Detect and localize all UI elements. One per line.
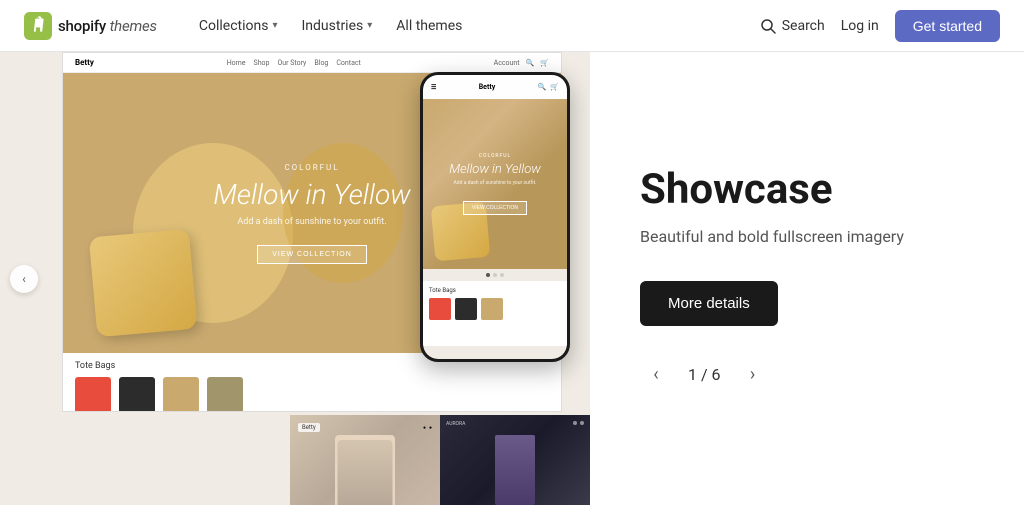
mobile-inner: ☰ Betty 🔍 🛒 Colorful Mellow in Yellow Ad… [423, 75, 567, 359]
chevron-down-icon: ▾ [272, 20, 277, 31]
mobile-hero-image: Colorful Mellow in Yellow Add a dash of … [423, 99, 567, 269]
thumb-figure [338, 440, 393, 505]
desktop-nav-bar: Betty Home Shop Our Story Blog Contact A… [63, 53, 561, 73]
showcase-panel: Showcase Beautiful and bold fullscreen i… [590, 52, 1024, 505]
product-thumb-3 [163, 377, 199, 412]
desktop-brand: Betty [75, 58, 94, 67]
nav-collections[interactable]: Collections ▾ [189, 12, 288, 40]
prev-arrow-button[interactable]: ‹ [10, 265, 38, 293]
nav-right: Search Log in Get started [760, 10, 1000, 42]
desktop-cta-button[interactable]: VIEW COLLECTION [257, 245, 367, 264]
nav-links: Collections ▾ Industries ▾ All themes [189, 12, 760, 40]
next-page-button[interactable]: › [737, 358, 769, 390]
nav-industries[interactable]: Industries ▾ [291, 12, 382, 40]
product-thumb-4 [207, 377, 243, 412]
mobile-dots [423, 269, 567, 281]
more-details-button[interactable]: More details [640, 281, 778, 326]
nav-all-themes[interactable]: All themes [386, 12, 472, 40]
mobile-thumb-2 [455, 298, 477, 320]
mobile-search-icon: 🔍 [538, 83, 547, 91]
mobile-cta-button[interactable]: VIEW COLLECTION [463, 201, 527, 215]
search-small-icon: 🔍 [526, 59, 535, 67]
navbar: shopify themes Collections ▾ Industries … [0, 0, 1024, 52]
mobile-menu-icon: ☰ [431, 84, 436, 91]
pagination: ‹ 1 / 6 › [640, 358, 974, 390]
page-indicator: 1 / 6 [688, 365, 721, 384]
showcase-title: Showcase [640, 167, 974, 213]
logo[interactable]: shopify themes [24, 12, 157, 40]
mobile-mockup: ☰ Betty 🔍 🛒 Colorful Mellow in Yellow Ad… [420, 72, 570, 362]
preview-area: Betty Home Shop Our Story Blog Contact A… [0, 52, 590, 505]
product-thumb-2 [119, 377, 155, 412]
mobile-cart-icon: 🛒 [550, 83, 559, 91]
product-thumb-1 [75, 377, 111, 412]
thumbnail-2[interactable]: AURORA [440, 415, 590, 505]
logo-text: shopify themes [58, 17, 157, 35]
login-button[interactable]: Log in [841, 18, 879, 34]
search-icon [760, 18, 776, 34]
chevron-down-icon: ▾ [367, 20, 372, 31]
mobile-nav: ☰ Betty 🔍 🛒 [423, 75, 567, 99]
mobile-thumb-3 [481, 298, 503, 320]
get-started-button[interactable]: Get started [895, 10, 1000, 42]
hero-section: Betty Home Shop Our Story Blog Contact A… [0, 52, 1024, 505]
search-button[interactable]: Search [760, 18, 825, 34]
prev-page-button[interactable]: ‹ [640, 358, 672, 390]
bottom-thumbnails: Betty ● ● AURORA [290, 415, 590, 505]
account-icon: Account [494, 59, 520, 67]
mobile-bottom: Tote Bags [423, 281, 567, 346]
desktop-nav-links: Home Shop Our Story Blog Contact [227, 59, 361, 67]
showcase-description: Beautiful and bold fullscreen imagery [640, 225, 974, 249]
bag-shape [89, 229, 197, 337]
mobile-thumb-1 [429, 298, 451, 320]
thumb-figure-2 [495, 435, 535, 505]
thumbnail-1[interactable]: Betty ● ● [290, 415, 440, 505]
desktop-overlay: Colorful Mellow in Yellow Add a dash of … [213, 163, 410, 264]
shopify-logo-icon [24, 12, 52, 40]
cart-icon: 🛒 [540, 59, 549, 67]
